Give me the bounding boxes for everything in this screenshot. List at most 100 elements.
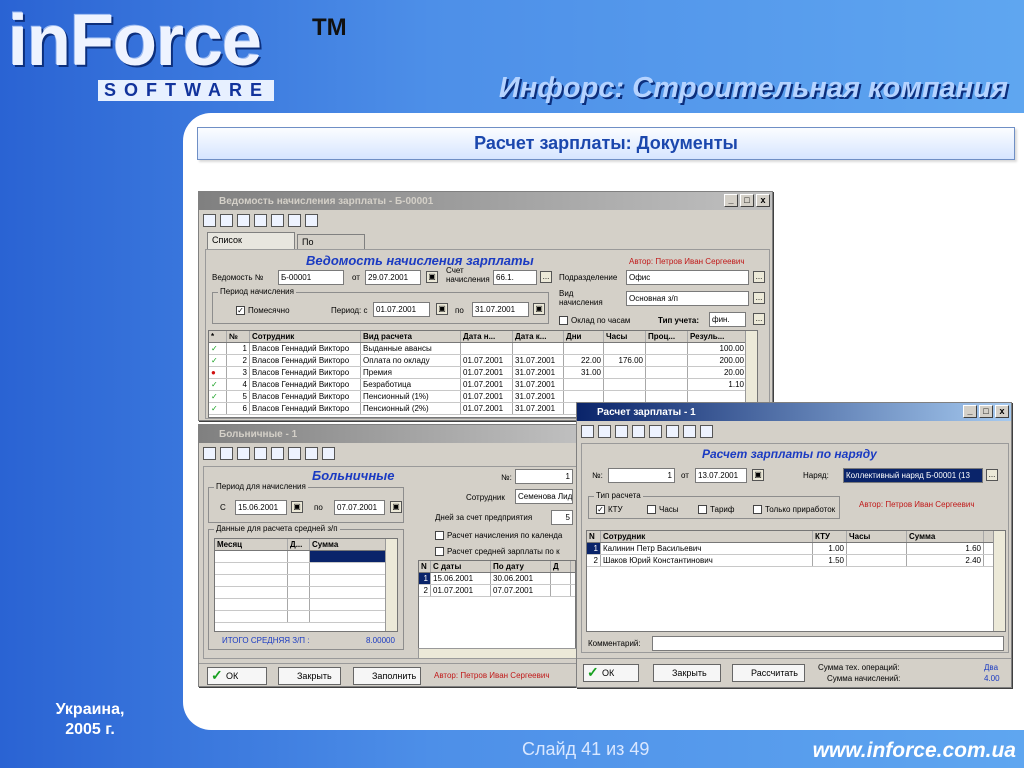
table-row[interactable]: 2 Шаков Юрий Константинович 1.50 2.40 <box>587 555 1005 567</box>
account-field[interactable]: 66.1. <box>493 270 537 285</box>
team-close-button[interactable]: Закрыть <box>653 664 721 682</box>
up-icon[interactable] <box>649 425 662 438</box>
edit-icon[interactable] <box>220 447 233 460</box>
close-icon[interactable]: x <box>756 194 770 207</box>
logo-main-text: inForce <box>8 1 262 81</box>
filter-icon[interactable] <box>271 214 284 227</box>
team-toolbar <box>577 421 1011 442</box>
department-field[interactable]: Офис <box>626 270 749 285</box>
check-icon: ✓ <box>209 403 227 414</box>
table-cell <box>551 573 571 584</box>
sick-no-field[interactable]: 1 <box>515 469 573 484</box>
team-col-sum: Сумма <box>907 531 984 542</box>
sick-from-calendar-icon[interactable]: ▣ <box>291 501 303 513</box>
calendar-icon[interactable]: ▣ <box>426 271 438 283</box>
avg-calc-checkbox[interactable]: Расчет средней зарплаты по к <box>435 547 560 557</box>
close-icon[interactable]: x <box>995 405 1009 418</box>
table-cell <box>604 343 646 354</box>
sick-horizontal-scroll[interactable] <box>418 648 576 658</box>
team-calc-button[interactable]: Рассчитать <box>732 664 805 682</box>
help-icon[interactable] <box>322 447 335 460</box>
comment-field[interactable] <box>652 636 1004 651</box>
option-hours[interactable]: Часы <box>647 505 679 515</box>
table-row[interactable]: ✓ 1 Власов Геннадий Викторо Выданные авансы… <box>209 343 757 355</box>
table-cell: 15.06.2001 <box>431 573 491 584</box>
account-type-select-icon[interactable]: ... <box>753 313 765 325</box>
type-select-icon[interactable]: ... <box>753 292 765 304</box>
table-row[interactable]: 1 15.06.2001 30.06.2001 <box>419 573 575 585</box>
team-scrollbar[interactable] <box>993 531 1005 631</box>
edit-icon[interactable] <box>598 425 611 438</box>
period-to-calendar-icon[interactable]: ▣ <box>533 303 545 315</box>
calc-calendar-checkbox[interactable]: Расчет начисления по календа <box>435 531 562 541</box>
employee-field[interactable]: Семенова Лид <box>515 489 573 504</box>
maximize-icon[interactable]: □ <box>979 405 993 418</box>
help-icon[interactable] <box>700 425 713 438</box>
team-calendar-icon[interactable]: ▣ <box>752 469 764 481</box>
up-icon[interactable] <box>271 447 284 460</box>
table-row[interactable]: ✓ 4 Власов Геннадий Викторо Безработица 01.0… <box>209 379 757 391</box>
delete-icon[interactable] <box>237 447 250 460</box>
team-no-field[interactable]: 1 <box>608 468 675 483</box>
order-field[interactable]: Коллективный наряд Б-00001 (13 <box>843 468 983 483</box>
website-link[interactable]: www.inforce.com.ua <box>813 739 1016 763</box>
copy-icon[interactable] <box>632 425 645 438</box>
table-cell: 31.07.2001 <box>513 367 564 378</box>
option-extra-only[interactable]: Только приработок <box>753 505 835 515</box>
sort-icon[interactable] <box>683 425 696 438</box>
minimize-icon[interactable]: _ <box>724 194 738 207</box>
period-from-field[interactable]: 01.07.2001 <box>373 302 430 317</box>
account-select-icon[interactable]: ... <box>540 271 552 283</box>
copy-icon[interactable] <box>254 447 267 460</box>
new-icon[interactable] <box>581 425 594 438</box>
sick-from-field[interactable]: 15.06.2001 <box>235 500 287 515</box>
doc-no-field[interactable]: Б-00001 <box>278 270 344 285</box>
sick-to-calendar-icon[interactable]: ▣ <box>390 501 402 513</box>
table-cell: 31.00 <box>564 367 604 378</box>
minimize-icon[interactable]: _ <box>963 405 977 418</box>
sick-close-button[interactable]: Закрыть <box>278 667 341 685</box>
period-from-calendar-icon[interactable]: ▣ <box>436 303 448 315</box>
table-row[interactable]: ● 3 Власов Геннадий Викторо Премия 01.07.200… <box>209 367 757 379</box>
avg-scrollbar[interactable] <box>385 539 397 631</box>
sick-to-field[interactable]: 07.07.2001 <box>334 500 385 515</box>
down-icon[interactable] <box>666 425 679 438</box>
table-cell <box>461 343 513 354</box>
help-icon[interactable] <box>305 214 318 227</box>
sick-fill-button[interactable]: Заполнить <box>353 667 421 685</box>
monthly-checkbox[interactable]: ✓ Помесячно <box>236 306 290 316</box>
option-ktu[interactable]: ✓ КТУ <box>596 505 623 515</box>
new-icon[interactable] <box>203 214 216 227</box>
check-icon: ✓ <box>209 355 227 366</box>
tab-employees-list[interactable]: Список сотрудников <box>207 232 295 260</box>
table-cell: 31.07.2001 <box>513 379 564 390</box>
table-cell: Власов Геннадий Викторо <box>250 403 361 414</box>
order-select-icon[interactable]: ... <box>986 469 998 481</box>
copy-icon[interactable] <box>254 214 267 227</box>
table-row[interactable]: 1 Калинин Петр Васильевич 1.00 1.60 <box>587 543 1005 555</box>
edit-icon[interactable] <box>220 214 233 227</box>
table-row[interactable]: ✓ 2 Власов Геннадий Викторо Оплата по оклад… <box>209 355 757 367</box>
team-ok-button[interactable]: ✓ ОК <box>583 664 639 682</box>
check-icon: ✓ <box>587 664 599 680</box>
delete-icon[interactable] <box>615 425 628 438</box>
department-select-icon[interactable]: ... <box>753 271 765 283</box>
sort-icon[interactable] <box>305 447 318 460</box>
option-tariff[interactable]: Тариф <box>698 505 734 515</box>
hourly-checkbox[interactable]: Оклад по часам <box>559 316 630 326</box>
team-date-field[interactable]: 13.07.2001 <box>695 468 747 483</box>
delete-icon[interactable] <box>237 214 250 227</box>
sick-footer: ✓ ОК Закрыть Заполнить Автор: Петров Иван… <box>199 663 580 686</box>
down-icon[interactable] <box>288 447 301 460</box>
doc-date-field[interactable]: 29.07.2001 <box>365 270 421 285</box>
sick-ok-button[interactable]: ✓ ОК <box>207 667 267 685</box>
sort-icon[interactable] <box>288 214 301 227</box>
period-to-field[interactable]: 31.07.2001 <box>472 302 529 317</box>
maximize-icon[interactable]: □ <box>740 194 754 207</box>
account-type-field[interactable]: фин. <box>709 312 746 327</box>
days-field[interactable]: 5 <box>551 510 573 525</box>
table-row[interactable]: 2 01.07.2001 07.07.2001 <box>419 585 575 597</box>
type-field[interactable]: Основная з/п <box>626 291 749 306</box>
new-icon[interactable] <box>203 447 216 460</box>
ops-sum-value: Два <box>984 663 999 672</box>
